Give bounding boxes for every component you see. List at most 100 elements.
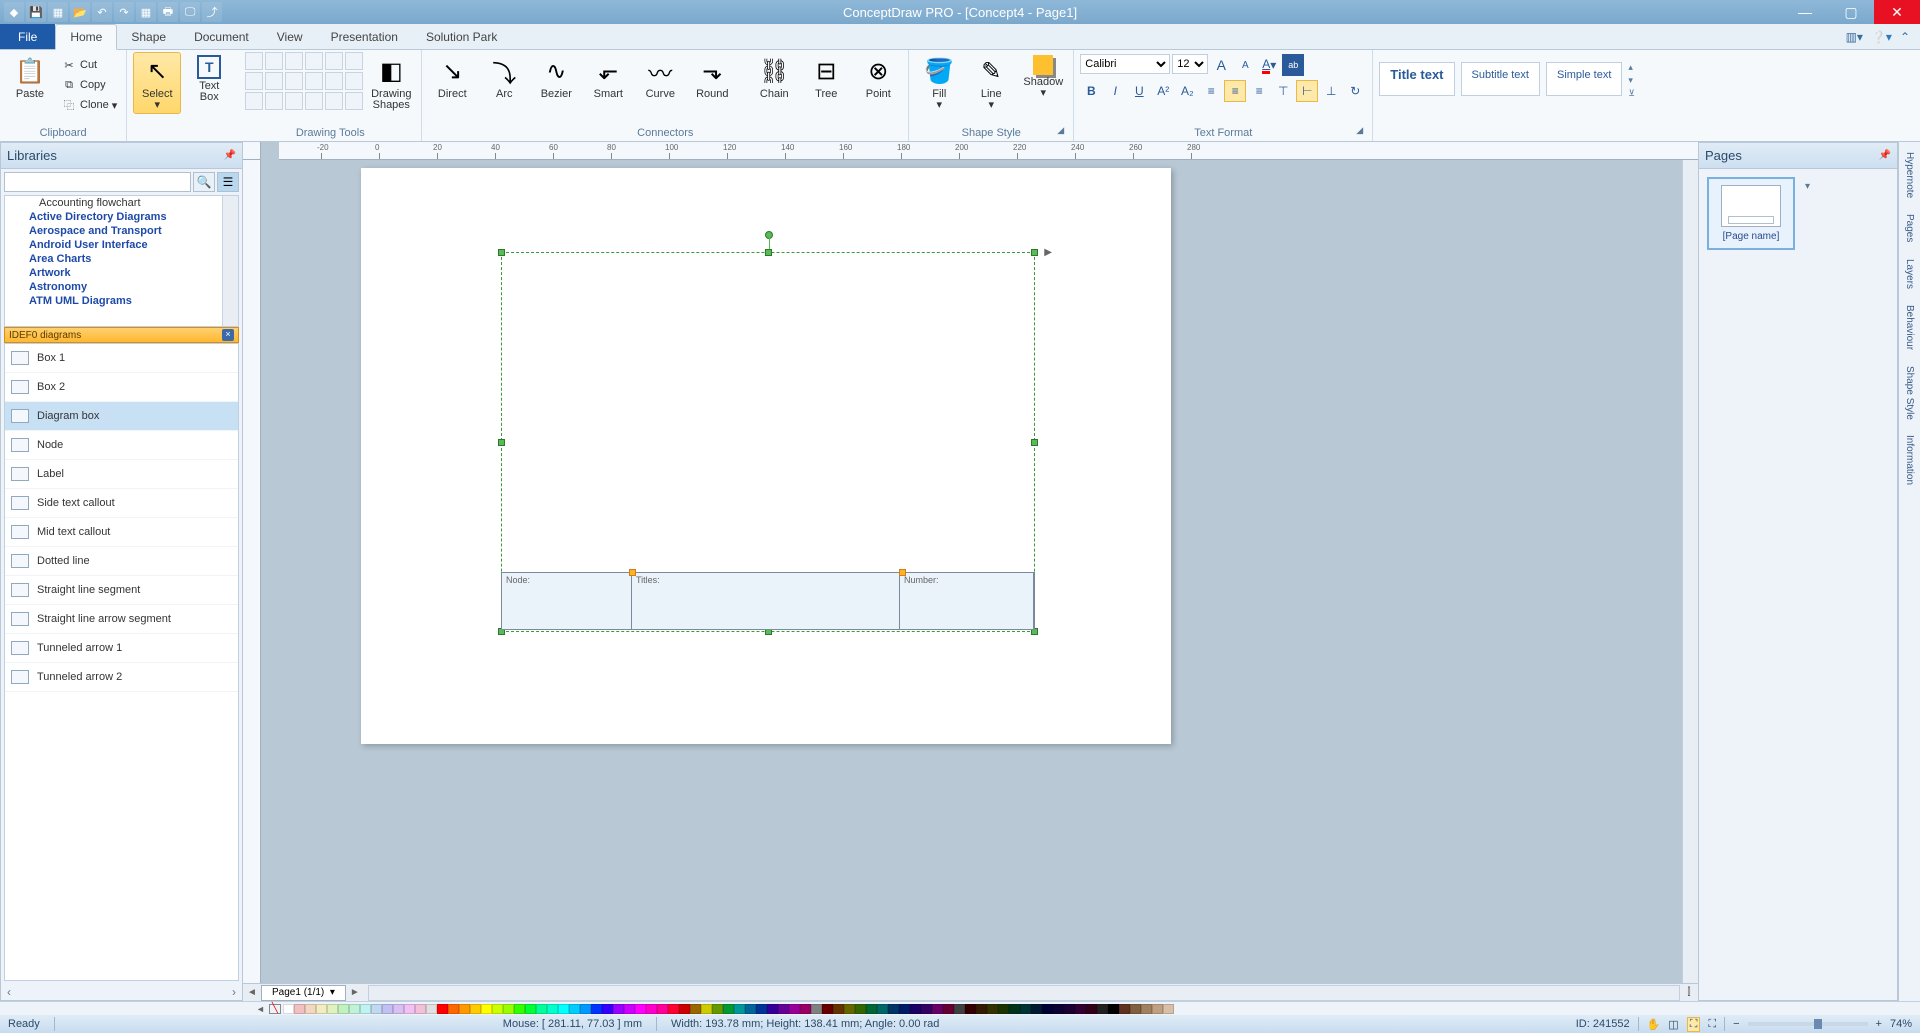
shape-item[interactable]: Diagram box [5, 402, 238, 431]
color-swatch[interactable] [613, 1004, 624, 1014]
side-tab-shape-style[interactable]: Shape Style [1903, 362, 1916, 424]
color-swatch[interactable] [877, 1004, 888, 1014]
color-swatch[interactable] [349, 1004, 360, 1014]
color-swatch[interactable] [492, 1004, 503, 1014]
page-thumbnail[interactable]: [Page name] [1707, 177, 1795, 250]
colorbar-nav-left[interactable]: ◄ [256, 1004, 265, 1014]
color-swatch[interactable] [855, 1004, 866, 1014]
color-swatch[interactable] [1053, 1004, 1064, 1014]
color-swatch[interactable] [844, 1004, 855, 1014]
color-swatch[interactable] [1075, 1004, 1086, 1014]
qat-preview-icon[interactable]: 🖵 [180, 2, 200, 22]
color-swatch[interactable] [712, 1004, 723, 1014]
color-swatch[interactable] [382, 1004, 393, 1014]
tab-document[interactable]: Document [180, 24, 263, 49]
color-swatch[interactable] [437, 1004, 448, 1014]
qat-new-icon[interactable]: ▦ [48, 2, 68, 22]
color-swatch[interactable] [1031, 1004, 1042, 1014]
select-button[interactable]: ↖ Select▾ [133, 52, 181, 114]
textbox-button[interactable]: T Text Box [185, 52, 233, 106]
qat-open-icon[interactable]: 📂 [70, 2, 90, 22]
color-swatch[interactable] [932, 1004, 943, 1014]
color-swatch[interactable] [734, 1004, 745, 1014]
side-tab-pages[interactable]: Pages [1903, 210, 1916, 246]
color-swatch[interactable] [1141, 1004, 1152, 1014]
color-swatch[interactable] [338, 1004, 349, 1014]
zoom-out-icon[interactable]: − [1733, 1018, 1739, 1030]
color-swatch[interactable] [547, 1004, 558, 1014]
scroll-left-icon[interactable]: ‹ [7, 985, 11, 999]
text-direction-icon[interactable]: ↻ [1344, 80, 1366, 102]
color-swatch[interactable] [580, 1004, 591, 1014]
color-swatch[interactable] [536, 1004, 547, 1014]
page-tab[interactable]: Page1 (1/1) ▾ [261, 985, 346, 1001]
color-swatch[interactable] [987, 1004, 998, 1014]
bezier-button[interactable]: ∿Bezier [532, 52, 580, 103]
scroll-right-icon[interactable]: › [232, 985, 236, 999]
qat-undo-icon[interactable]: ↶ [92, 2, 112, 22]
color-swatch[interactable] [954, 1004, 965, 1014]
node-cell[interactable]: Node: [502, 573, 632, 629]
pin-icon[interactable]: 📌 [1879, 150, 1891, 161]
view-toggle-icon[interactable]: ☰ [217, 172, 239, 192]
qat-app-icon[interactable]: ◆ [4, 2, 24, 22]
shrink-font-icon[interactable]: A [1234, 54, 1256, 76]
resize-handle-nw[interactable] [498, 249, 505, 256]
zoom-slider[interactable] [1748, 1022, 1868, 1026]
resize-handle-ne[interactable] [1031, 249, 1038, 256]
tree-item[interactable]: Area Charts [5, 252, 238, 266]
simple-text-style[interactable]: Simple text [1546, 62, 1622, 96]
tree-item[interactable]: Aerospace and Transport [5, 224, 238, 238]
tab-home[interactable]: Home [55, 24, 117, 50]
window-layout-icon[interactable]: ▥▾ [1846, 30, 1863, 44]
color-swatch[interactable] [1020, 1004, 1031, 1014]
title-text-style[interactable]: Title text [1379, 62, 1454, 96]
color-swatch[interactable] [1064, 1004, 1075, 1014]
shape-style-launcher[interactable]: ◢ [1057, 125, 1071, 139]
titles-cell[interactable]: Titles: [632, 573, 900, 629]
color-swatch[interactable] [800, 1004, 811, 1014]
tab-view[interactable]: View [263, 24, 317, 49]
subtitle-text-style[interactable]: Subtitle text [1461, 62, 1540, 96]
color-swatch[interactable] [657, 1004, 668, 1014]
color-swatch[interactable] [1086, 1004, 1097, 1014]
font-size-select[interactable]: 12 [1172, 54, 1208, 74]
line-button[interactable]: ✎Line▾ [967, 52, 1015, 114]
maximize-button[interactable]: ▢ [1828, 0, 1874, 24]
color-swatch[interactable] [668, 1004, 679, 1014]
shape-item[interactable]: Node [5, 431, 238, 460]
highlight-icon[interactable]: ab [1282, 54, 1304, 76]
shadow-button[interactable]: Shadow▾ [1019, 52, 1067, 102]
bold-icon[interactable]: B [1080, 80, 1102, 102]
shape-item[interactable]: Tunneled arrow 2 [5, 663, 238, 692]
drawing-shapes-button[interactable]: ◧ Drawing Shapes [367, 52, 415, 114]
no-color-icon[interactable]: ╲ [269, 1004, 281, 1014]
resize-handle-w[interactable] [498, 439, 505, 446]
shape-item[interactable]: Straight line segment [5, 576, 238, 605]
color-swatch[interactable] [415, 1004, 426, 1014]
underline-icon[interactable]: U [1128, 80, 1150, 102]
split-icon[interactable]: ⫿ [1680, 987, 1698, 998]
styles-up-icon[interactable]: ▴ [1628, 62, 1635, 73]
color-swatch[interactable] [723, 1004, 734, 1014]
color-swatch[interactable] [591, 1004, 602, 1014]
color-swatch[interactable] [305, 1004, 316, 1014]
tab-shape[interactable]: Shape [117, 24, 180, 49]
tree-item[interactable]: Accounting flowchart [5, 196, 238, 210]
color-swatch[interactable] [822, 1004, 833, 1014]
search-icon[interactable]: 🔍 [193, 172, 215, 192]
color-swatch[interactable] [635, 1004, 646, 1014]
side-tab-layers[interactable]: Layers [1903, 255, 1916, 293]
color-swatch[interactable] [360, 1004, 371, 1014]
qat-redo-icon[interactable]: ↷ [114, 2, 134, 22]
tree-item[interactable]: Astronomy [5, 280, 238, 294]
tree-item[interactable]: Artwork [5, 266, 238, 280]
styles-down-icon[interactable]: ▾ [1628, 75, 1635, 86]
color-swatch[interactable] [965, 1004, 976, 1014]
align-left-icon[interactable]: ≡ [1200, 80, 1222, 102]
color-swatch[interactable] [371, 1004, 382, 1014]
shape-item[interactable]: Dotted line [5, 547, 238, 576]
color-swatch[interactable] [866, 1004, 877, 1014]
side-tab-hypernote[interactable]: Hypernote [1903, 148, 1916, 202]
ruler-vertical[interactable] [243, 160, 261, 983]
